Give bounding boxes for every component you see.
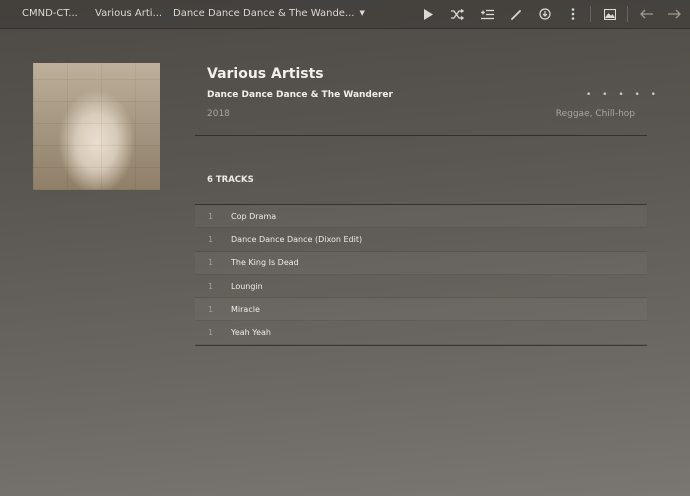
toolbar-divider [627, 6, 628, 22]
album-artist[interactable]: Various Artists [207, 66, 324, 82]
track-number: 1 [208, 234, 214, 244]
tracks-heading: 6 TRACKS [207, 175, 254, 185]
album-year: 2018 [207, 109, 230, 119]
top-toolbar: CMND-CT... Various Arti... Dance Dance D… [0, 0, 690, 29]
track-row[interactable]: 1 Miracle [195, 298, 647, 322]
track-title: Cop Drama [231, 211, 277, 221]
album-genres[interactable]: Reggae, Chill-hop [556, 109, 635, 119]
track-number: 1 [208, 328, 214, 338]
back-arrow-icon[interactable] [638, 6, 654, 22]
track-number: 1 [208, 211, 214, 221]
play-icon[interactable] [420, 6, 436, 22]
track-number: 1 [208, 258, 214, 268]
image-icon[interactable] [602, 6, 618, 22]
track-number: 1 [208, 281, 214, 291]
track-title: Dance Dance Dance (Dixon Edit) [231, 234, 363, 244]
star-rating[interactable]: • • • • • [586, 90, 660, 100]
track-row[interactable]: 1 Cop Drama [195, 205, 647, 229]
album-cover[interactable] [33, 63, 160, 190]
track-row[interactable]: 1 The King Is Dead [195, 252, 647, 275]
more-vertical-icon[interactable] [565, 6, 581, 22]
track-row[interactable]: 1 Yeah Yeah [195, 321, 647, 345]
toolbar-divider [590, 6, 591, 22]
download-icon[interactable] [537, 6, 553, 22]
breadcrumb-album[interactable]: Dance Dance Dance & The Wande... ▼ [173, 8, 365, 19]
track-row[interactable]: 1 Loungin [195, 275, 647, 299]
forward-arrow-icon[interactable] [666, 6, 682, 22]
header-divider [195, 135, 647, 136]
track-title: Yeah Yeah [231, 328, 271, 338]
shuffle-icon[interactable] [449, 6, 465, 22]
edit-icon[interactable] [508, 6, 524, 22]
breadcrumb-artist[interactable]: Various Arti... [95, 8, 162, 19]
track-title: The King Is Dead [231, 258, 299, 268]
album-title: Dance Dance Dance & The Wanderer [207, 90, 393, 100]
add-to-queue-icon[interactable] [479, 6, 495, 22]
album-cover-texture [33, 63, 160, 190]
breadcrumb-album-label: Dance Dance Dance & The Wande... [173, 8, 355, 19]
track-row[interactable]: 1 Dance Dance Dance (Dixon Edit) [195, 228, 647, 252]
tracks-bottom-divider [195, 345, 647, 346]
track-title: Miracle [231, 304, 260, 314]
track-number: 1 [208, 304, 214, 314]
breadcrumb-library[interactable]: CMND-CT... [22, 8, 78, 19]
caret-down-icon: ▼ [359, 9, 365, 17]
track-list: 1 Cop Drama 1 Dance Dance Dance (Dixon E… [195, 205, 647, 345]
track-title: Loungin [231, 281, 263, 291]
